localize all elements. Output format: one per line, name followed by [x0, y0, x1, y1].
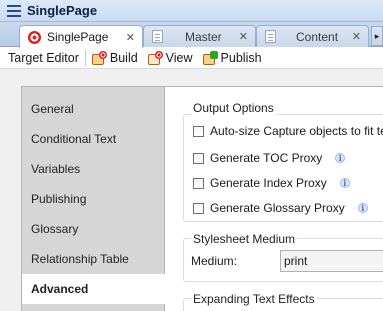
- build-icon: [91, 50, 107, 65]
- view-label: View: [165, 50, 193, 65]
- tab-singlepage[interactable]: SinglePage ✕: [19, 25, 143, 48]
- nav-item-relationship-table[interactable]: Relationship Table: [22, 244, 165, 274]
- close-icon[interactable]: ✕: [352, 30, 361, 43]
- autosize-capture-label: Auto-size Capture objects to fit text: [210, 124, 383, 138]
- info-icon[interactable]: i: [339, 178, 350, 188]
- generate-toc-proxy-label: Generate TOC Proxy: [210, 151, 323, 165]
- document-icon: [265, 30, 276, 43]
- nav-item-glossary[interactable]: Glossary: [22, 214, 165, 244]
- nav-item-variables[interactable]: Variables: [22, 154, 165, 184]
- target-icon: [28, 30, 41, 44]
- nav-item-publishing[interactable]: Publishing: [22, 184, 165, 214]
- generate-index-proxy-label: Generate Index Proxy: [210, 176, 327, 190]
- settings-nav: General Conditional Text Variables Publi…: [22, 87, 166, 311]
- generate-glossary-proxy-checkbox[interactable]: [193, 202, 204, 214]
- output-options-title: Output Options: [191, 101, 276, 115]
- view-button[interactable]: View: [147, 50, 193, 65]
- close-icon[interactable]: ✕: [126, 31, 135, 44]
- tab-label: SinglePage: [47, 30, 109, 44]
- editor-label: Target Editor: [8, 50, 79, 65]
- view-icon: [147, 50, 163, 65]
- tab-content[interactable]: Content ✕: [256, 25, 369, 47]
- nav-item-conditional-text[interactable]: Conditional Text: [22, 124, 165, 154]
- publish-label: Publish: [220, 50, 262, 65]
- build-button[interactable]: Build: [91, 50, 138, 65]
- publish-button[interactable]: Publish: [202, 50, 262, 65]
- medium-select[interactable]: print: [280, 250, 383, 272]
- medium-label: Medium:: [191, 254, 238, 268]
- target-editor-toolbar: Target Editor Build View Publish: [0, 47, 383, 69]
- window-title: SinglePage: [27, 3, 98, 18]
- document-icon: [152, 30, 163, 43]
- stylesheet-medium-title: Stylesheet Medium: [191, 232, 298, 246]
- expanding-text-effects-title: Expanding Text Effects: [191, 292, 317, 306]
- generate-index-proxy-row[interactable]: Generate Index Proxy i: [193, 176, 350, 190]
- info-icon[interactable]: i: [357, 203, 368, 213]
- autosize-capture-checkbox[interactable]: [193, 125, 204, 137]
- generate-toc-proxy-row[interactable]: Generate TOC Proxy i: [193, 151, 346, 165]
- nav-item-advanced[interactable]: Advanced: [22, 274, 166, 304]
- close-icon[interactable]: ✕: [239, 30, 248, 43]
- generate-glossary-proxy-row[interactable]: Generate Glossary Proxy i: [193, 201, 368, 215]
- tab-scroll-arrow[interactable]: ▸: [371, 26, 383, 46]
- generate-glossary-proxy-label: Generate Glossary Proxy: [210, 201, 345, 215]
- publish-icon: [202, 50, 218, 65]
- document-tab-strip: SinglePage ✕ Master ✕ Content ✕: [0, 22, 383, 48]
- toolbar-separator: [84, 49, 86, 66]
- medium-selected-value: print: [284, 254, 308, 268]
- autosize-capture-row[interactable]: Auto-size Capture objects to fit text: [193, 124, 383, 138]
- title-bar: SinglePage: [0, 0, 383, 22]
- build-label: Build: [109, 50, 138, 65]
- window-menu-icon[interactable]: [7, 4, 21, 17]
- info-icon[interactable]: i: [335, 153, 346, 163]
- generate-index-proxy-checkbox[interactable]: [193, 177, 204, 189]
- tab-label: Content: [296, 29, 339, 44]
- nav-item-general[interactable]: General: [22, 94, 165, 124]
- tab-label: Master: [185, 29, 222, 44]
- generate-toc-proxy-checkbox[interactable]: [193, 152, 204, 164]
- tab-master[interactable]: Master ✕: [143, 25, 256, 47]
